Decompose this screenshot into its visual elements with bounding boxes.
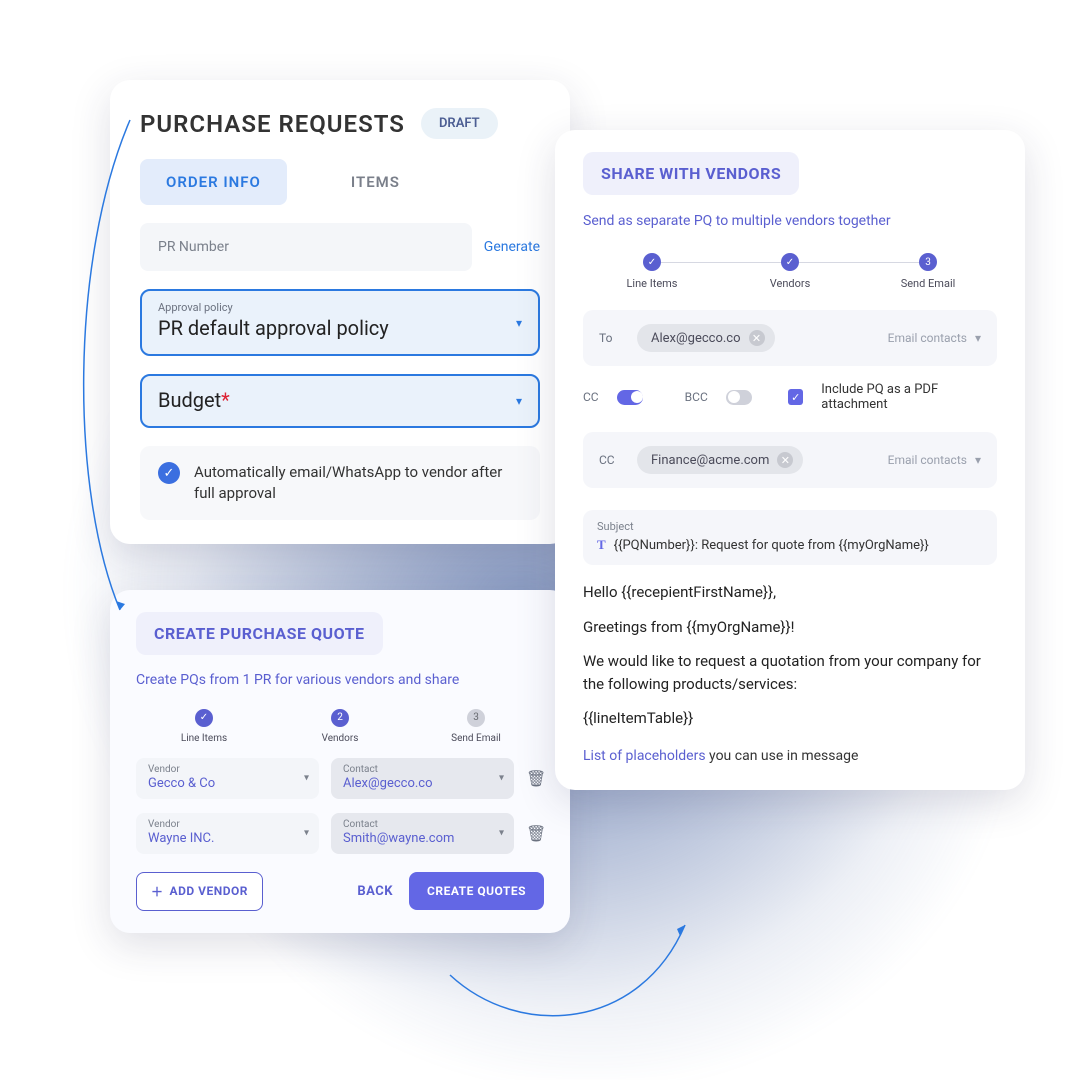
cc-field-label: CC <box>599 453 623 467</box>
step-label: Line Items <box>583 277 721 290</box>
page-title: PURCHASE REQUESTS <box>140 110 405 138</box>
chevron-down-icon: ▾ <box>304 773 309 784</box>
section-title: CREATE PURCHASE QUOTE <box>136 612 383 655</box>
email-contacts-select[interactable]: Email contacts ▾ <box>888 331 981 345</box>
step-done-icon: ✓ <box>195 709 213 727</box>
step-current-icon: 3 <box>919 253 937 271</box>
back-button[interactable]: BACK <box>357 884 393 899</box>
approval-policy-label: Approval policy <box>158 301 522 314</box>
cc-toggle[interactable] <box>617 390 643 405</box>
chevron-down-icon: ▾ <box>499 828 504 839</box>
check-circle-icon[interactable]: ✓ <box>158 462 180 484</box>
step-done-icon: ✓ <box>643 253 661 271</box>
subject-label: Subject <box>597 520 983 533</box>
chevron-down-icon: ▾ <box>304 828 309 839</box>
contact-select[interactable]: Contact Alex@gecco.co ▾ <box>331 758 514 799</box>
section-subtitle: Create PQs from 1 PR for various vendors… <box>136 671 544 691</box>
email-contacts-select[interactable]: Email contacts ▾ <box>888 453 981 467</box>
create-quotes-button[interactable]: CREATE QUOTES <box>409 872 544 910</box>
chevron-down-icon: ▾ <box>975 331 981 345</box>
step-todo-icon: 3 <box>467 709 485 727</box>
recipient-chip: Finance@acme.com ✕ <box>637 446 803 474</box>
message-body[interactable]: Hello {{recepientFirstName}}, Greetings … <box>583 581 997 730</box>
cc-field[interactable]: CC Finance@acme.com ✕ Email contacts ▾ <box>583 432 997 488</box>
purchase-requests-card: PURCHASE REQUESTS DRAFT ORDER INFO ITEMS… <box>110 80 570 544</box>
step-label: Send Email <box>408 733 544 744</box>
chevron-down-icon: ▾ <box>516 316 522 330</box>
delete-row-icon[interactable]: 🗑 <box>526 769 544 788</box>
vendor-select[interactable]: Vendor Gecco & Co ▾ <box>136 758 319 799</box>
include-pdf-label: Include PQ as a PDF attachment <box>821 382 997 412</box>
to-field[interactable]: To Alex@gecco.co ✕ Email contacts ▾ <box>583 310 997 366</box>
pr-number-field[interactable]: PR Number <box>140 223 472 271</box>
budget-label: Budget <box>158 388 221 412</box>
bcc-label: BCC <box>685 390 708 404</box>
required-mark: * <box>221 388 230 412</box>
subject-value: {{PQNumber}}: Request for quote from {{m… <box>614 538 929 553</box>
generate-link[interactable]: Generate <box>484 239 540 255</box>
pq-stepper: ✓ Line Items 2 Vendors 3 Send Email <box>136 709 544 744</box>
chevron-down-icon: ▾ <box>975 453 981 467</box>
budget-select[interactable]: Budget* ▾ <box>140 374 540 428</box>
auto-email-text: Automatically email/WhatsApp to vendor a… <box>194 462 522 504</box>
add-vendor-button[interactable]: ＋ ADD VENDOR <box>136 872 263 911</box>
status-badge: DRAFT <box>421 108 498 139</box>
step-label: Send Email <box>859 277 997 290</box>
step-label: Line Items <box>136 733 272 744</box>
vendor-select[interactable]: Vendor Wayne INC. ▾ <box>136 813 319 854</box>
cc-label: CC <box>583 390 599 404</box>
vendor-row: Vendor Gecco & Co ▾ Contact Alex@gecco.c… <box>136 758 544 799</box>
step-label: Vendors <box>721 277 859 290</box>
create-purchase-quote-card: CREATE PURCHASE QUOTE Create PQs from 1 … <box>110 590 570 933</box>
bcc-toggle[interactable] <box>726 390 752 405</box>
delete-row-icon[interactable]: 🗑 <box>526 824 544 843</box>
step-done-icon: ✓ <box>781 253 799 271</box>
include-pdf-checkbox[interactable]: ✓ <box>788 389 803 405</box>
text-icon: T <box>597 537 606 553</box>
recipient-chip: Alex@gecco.co ✕ <box>637 324 775 352</box>
tab-items[interactable]: ITEMS <box>325 159 426 205</box>
to-label: To <box>599 331 623 345</box>
placeholders-text: you can use in message <box>706 748 859 764</box>
vendor-row: Vendor Wayne INC. ▾ Contact Smith@wayne.… <box>136 813 544 854</box>
plus-icon: ＋ <box>151 883 164 900</box>
contact-select[interactable]: Contact Smith@wayne.com ▾ <box>331 813 514 854</box>
remove-chip-icon[interactable]: ✕ <box>777 452 793 468</box>
chevron-down-icon: ▾ <box>516 394 522 408</box>
step-current-icon: 2 <box>331 709 349 727</box>
section-title: SHARE WITH VENDORS <box>583 152 799 195</box>
chevron-down-icon: ▾ <box>499 773 504 784</box>
share-with-vendors-card: SHARE WITH VENDORS Send as separate PQ t… <box>555 130 1025 790</box>
approval-policy-value: PR default approval policy <box>158 316 522 340</box>
share-stepper: ✓ Line Items ✓ Vendors 3 Send Email <box>583 253 997 290</box>
tab-order-info[interactable]: ORDER INFO <box>140 159 287 205</box>
subject-field[interactable]: Subject T {{PQNumber}}: Request for quot… <box>583 510 997 565</box>
section-subtitle: Send as separate PQ to multiple vendors … <box>583 213 997 229</box>
approval-policy-select[interactable]: Approval policy PR default approval poli… <box>140 289 540 356</box>
step-label: Vendors <box>272 733 408 744</box>
placeholders-link[interactable]: List of placeholders <box>583 748 706 764</box>
remove-chip-icon[interactable]: ✕ <box>749 330 765 346</box>
